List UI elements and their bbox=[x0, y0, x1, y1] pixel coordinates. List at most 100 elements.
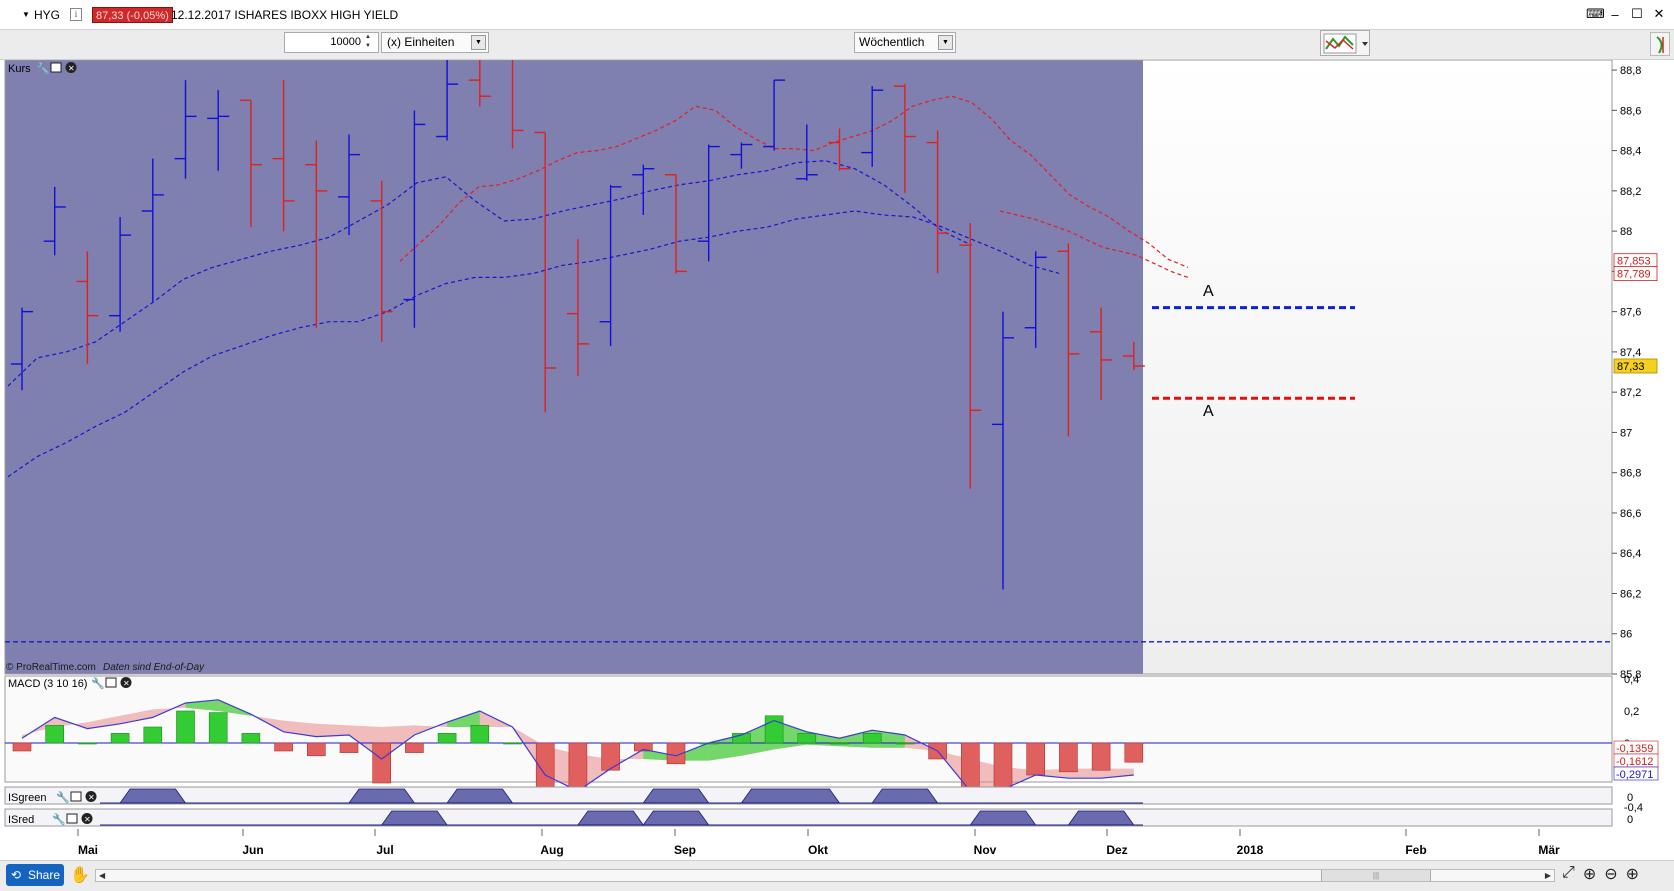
isgreen-value: 0 bbox=[1627, 792, 1633, 804]
chevron-down-icon[interactable]: ▼ bbox=[471, 35, 486, 50]
macd-value-label: -0,1359 bbox=[1616, 743, 1653, 755]
isgreen-block bbox=[348, 788, 416, 804]
x-tick-label: Okt bbox=[808, 843, 828, 857]
title-bar: ▼ HYG i 87,33 (-0,05%) 12.12.2017 ISHARE… bbox=[0, 0, 1674, 30]
future-area bbox=[1143, 60, 1612, 674]
level-label-lower: A bbox=[1203, 403, 1214, 420]
hand-tool-icon[interactable]: ✋ bbox=[70, 865, 90, 885]
macd-histogram-bar bbox=[405, 742, 424, 753]
status-bar: ⟲ Share ✋ ◀ ||| ▶ ⤢ ⊕ ⊖ ⊕ bbox=[0, 860, 1674, 891]
y-tick-label: 86,8 bbox=[1620, 468, 1641, 480]
isred-border bbox=[4, 808, 1613, 827]
x-tick-label: 2018 bbox=[1237, 843, 1264, 857]
macd-histogram-bar bbox=[437, 733, 457, 744]
isred-block bbox=[577, 810, 645, 826]
scroll-left-icon[interactable]: ◀ bbox=[99, 869, 105, 882]
maximize-icon[interactable]: ☐ bbox=[1630, 6, 1644, 22]
macd-histogram-bar bbox=[1059, 742, 1078, 773]
chart-tools-icon bbox=[1323, 33, 1368, 54]
macd-histogram-bar bbox=[1124, 742, 1144, 763]
period-select[interactable]: Wöchentlich ▼ bbox=[854, 32, 956, 53]
price-change-badge: 87,33 (-0,05%) bbox=[92, 7, 173, 23]
macd-histogram-bar bbox=[241, 733, 261, 744]
isgreen-block bbox=[446, 788, 514, 804]
y-tick-label: 86,6 bbox=[1620, 508, 1641, 520]
period-select-label: Wöchentlich bbox=[859, 35, 925, 49]
macd-histogram-bar bbox=[78, 742, 97, 745]
minimize-icon[interactable]: – bbox=[1608, 7, 1622, 22]
auto-scale-icon[interactable]: ⤢ bbox=[1562, 864, 1575, 884]
x-tick-label: Mär bbox=[1538, 843, 1560, 857]
symbol-label[interactable]: HYG bbox=[34, 8, 60, 22]
isgreen-block bbox=[740, 788, 841, 804]
price-panel-title: Kurs bbox=[8, 63, 31, 75]
macd-panel-border bbox=[4, 675, 1613, 783]
macd-panel-title: MACD (3 10 16) bbox=[8, 678, 87, 690]
macd-histogram-bar bbox=[601, 742, 620, 771]
x-tick-label: Jun bbox=[242, 843, 263, 857]
y-tick-label: 86 bbox=[1620, 629, 1632, 641]
info-icon[interactable]: i bbox=[70, 8, 82, 21]
unit-select-label: (x) Einheiten bbox=[387, 35, 455, 49]
macd-tick-label: 0,2 bbox=[1624, 706, 1639, 718]
level-label-upper: A bbox=[1203, 283, 1214, 300]
quantity-stepper-icon[interactable]: ▲ ▼ bbox=[365, 33, 371, 51]
isred-panel-close-glyph: ✕ bbox=[84, 815, 91, 824]
macd-histogram-bar bbox=[503, 742, 522, 745]
y-tick-label: 87 bbox=[1620, 427, 1632, 439]
drawing-tools-button[interactable] bbox=[1320, 30, 1370, 56]
y-tick-label: 86,4 bbox=[1620, 548, 1641, 560]
price-label: 87,33 bbox=[1617, 361, 1645, 373]
macd-panel-close-glyph: ✕ bbox=[123, 679, 130, 688]
macd-histogram-bar bbox=[470, 725, 490, 744]
macd-histogram-bar bbox=[143, 726, 163, 744]
macd-histogram-bar bbox=[862, 733, 882, 744]
chart-area[interactable]: 0,40,20-0,4-0,1359-0,1612-0,2971 88,888,… bbox=[0, 60, 1674, 860]
y-tick-label: 88,8 bbox=[1620, 65, 1641, 77]
time-scrollbar[interactable]: ◀ ||| ▶ bbox=[95, 869, 1555, 882]
keyboard-icon[interactable]: ⌨ bbox=[1586, 6, 1605, 22]
macd-value-label: -0,1612 bbox=[1616, 756, 1653, 768]
zoom-out-icon[interactable]: ⊖ bbox=[1604, 864, 1617, 884]
zoom-fit-icon[interactable]: ⊕ bbox=[1583, 864, 1596, 884]
isred-block bbox=[380, 810, 448, 826]
scroll-right-icon[interactable]: ▶ bbox=[1545, 869, 1551, 882]
close-icon[interactable]: ✕ bbox=[1652, 6, 1666, 22]
price-label: 87,853 bbox=[1617, 256, 1651, 268]
macd-histogram-bar bbox=[208, 712, 228, 744]
macd-histogram-bar bbox=[110, 733, 130, 744]
macd-value-label: -0,2971 bbox=[1616, 769, 1653, 781]
isred-panel-window-icon bbox=[66, 813, 78, 824]
unit-select[interactable]: (x) Einheiten ▼ bbox=[381, 32, 489, 53]
isred-block bbox=[969, 810, 1037, 826]
x-tick-label: Nov bbox=[974, 843, 997, 857]
isred-value: 0 bbox=[1627, 814, 1633, 826]
macd-histogram-bar bbox=[372, 742, 392, 784]
macd-panel-window-icon bbox=[105, 677, 117, 688]
macd-histogram-bar bbox=[1091, 742, 1111, 771]
y-tick-label: 87,6 bbox=[1620, 307, 1641, 319]
isred-block bbox=[642, 810, 710, 826]
y-tick-label: 88 bbox=[1620, 226, 1632, 238]
macd-histogram-bar bbox=[895, 742, 915, 745]
isred-panel-title: ISred bbox=[8, 814, 34, 826]
scrollbar-thumb[interactable]: ||| bbox=[1321, 870, 1431, 881]
isgreen-block bbox=[119, 788, 187, 804]
symbol-dropdown-icon[interactable]: ▼ bbox=[22, 10, 30, 19]
macd-histogram-bar bbox=[274, 742, 293, 752]
macd-histogram-bar bbox=[764, 715, 784, 744]
share-button[interactable]: ⟲ Share bbox=[6, 864, 64, 886]
macd-histogram-bar bbox=[339, 742, 359, 753]
chevron-down-icon[interactable]: ▼ bbox=[938, 35, 953, 50]
zoom-in-icon[interactable]: ⊕ bbox=[1626, 864, 1639, 884]
isred-panel-settings-icon: 🔧 bbox=[52, 812, 66, 826]
isred-block bbox=[1067, 810, 1135, 826]
isgreen-panel-window-icon bbox=[70, 791, 82, 802]
macd-histogram-bar bbox=[306, 742, 326, 757]
price-panel-window-icon bbox=[50, 62, 62, 73]
macd-histogram-bar bbox=[45, 725, 65, 744]
watermark-source: © ProRealTime.com bbox=[6, 662, 96, 673]
side-panel-icon[interactable] bbox=[1650, 32, 1670, 56]
y-tick-label: 88,6 bbox=[1620, 105, 1641, 117]
y-tick-label: 88,4 bbox=[1620, 146, 1641, 158]
